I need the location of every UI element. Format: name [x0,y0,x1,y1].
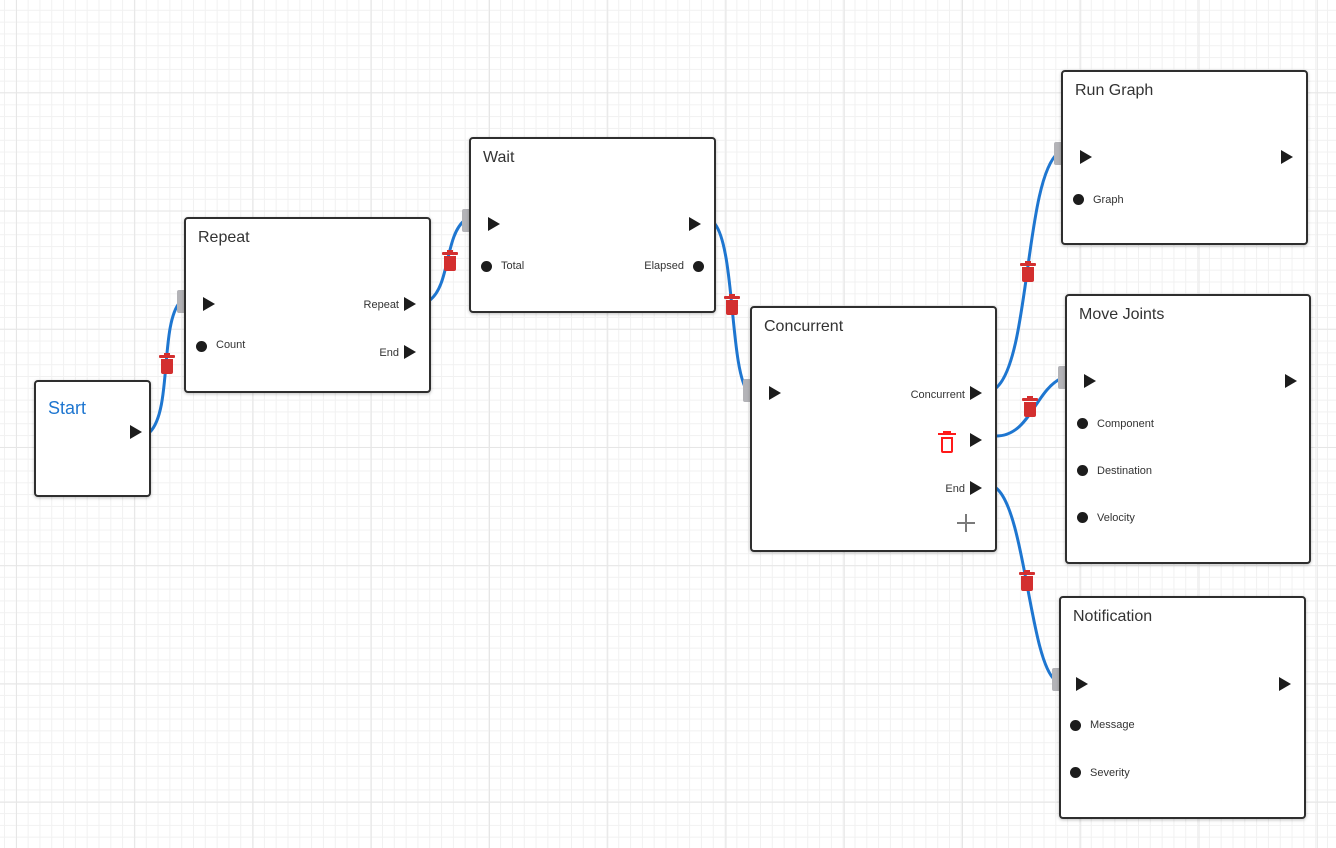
exec-input-handle[interactable] [462,209,469,232]
delete-connection-button[interactable] [724,294,740,316]
delete-connection-button[interactable] [1020,261,1036,283]
input-port-count[interactable] [196,341,207,352]
port-label: Concurrent [910,389,965,401]
node-title: Wait [483,149,515,166]
exec-input-handle[interactable] [743,379,750,402]
node-start[interactable]: Start [34,380,151,497]
node-title: Start [48,398,87,418]
input-port-message[interactable] [1070,720,1081,731]
exec-output-port-concurrent[interactable] [970,386,982,400]
exec-input-handle[interactable] [1058,366,1065,389]
add-branch-button[interactable] [957,514,975,532]
exec-output-port[interactable] [130,425,142,439]
port-label: Repeat [363,299,399,311]
exec-input-port[interactable] [203,297,215,311]
node-title: Move Joints [1079,306,1165,323]
node-notification[interactable]: Notification Message Severity [1059,596,1306,819]
node-repeat[interactable]: Repeat Count Repeat End [184,217,431,393]
exec-output-port-end[interactable] [970,481,982,495]
exec-output-port[interactable] [1279,677,1291,691]
node-concurrent[interactable]: Concurrent Concurrent End [750,306,997,552]
exec-output-port[interactable] [1285,374,1297,388]
input-port-velocity[interactable] [1077,512,1088,523]
exec-input-port[interactable] [1076,677,1088,691]
port-label: Severity [1090,767,1130,779]
exec-input-port[interactable] [488,217,500,231]
delete-connection-button[interactable] [1019,570,1035,592]
node-run-graph[interactable]: Run Graph Graph [1061,70,1308,245]
delete-connection-button[interactable] [1022,396,1038,418]
exec-input-port[interactable] [769,386,781,400]
port-label: Velocity [1097,512,1135,524]
node-title: Repeat [198,229,250,246]
exec-input-handle[interactable] [177,290,184,313]
input-port-graph[interactable] [1073,194,1084,205]
input-port-destination[interactable] [1077,465,1088,476]
delete-connection-button[interactable] [159,353,175,375]
port-label: End [945,483,965,495]
node-title: Concurrent [764,318,844,335]
port-label: Count [216,339,246,351]
exec-output-port-end[interactable] [404,345,416,359]
node-move-joints[interactable]: Move Joints Component Destination Veloci… [1065,294,1311,564]
input-port-total[interactable] [481,261,492,272]
delete-connection-button[interactable] [442,250,458,272]
port-label: Component [1097,418,1154,430]
remove-branch-button[interactable] [938,431,956,453]
exec-output-port[interactable] [689,217,701,231]
input-port-severity[interactable] [1070,767,1081,778]
port-label: End [379,347,399,359]
node-wait[interactable]: Wait Total Elapsed [469,137,716,313]
input-port-component[interactable] [1077,418,1088,429]
port-label: Total [501,260,525,272]
output-port-elapsed[interactable] [693,261,704,272]
exec-input-port[interactable] [1080,150,1092,164]
node-title: Notification [1073,608,1153,625]
port-label: Graph [1093,194,1124,206]
exec-input-port[interactable] [1084,374,1096,388]
port-label: Message [1090,719,1135,731]
exec-output-port-repeat[interactable] [404,297,416,311]
port-label: Elapsed [644,260,684,272]
exec-output-port-branch[interactable] [970,433,982,447]
exec-output-port[interactable] [1281,150,1293,164]
exec-input-handle[interactable] [1052,668,1059,691]
port-label: Destination [1097,465,1153,477]
node-title: Run Graph [1075,82,1154,99]
exec-input-handle[interactable] [1054,142,1061,165]
